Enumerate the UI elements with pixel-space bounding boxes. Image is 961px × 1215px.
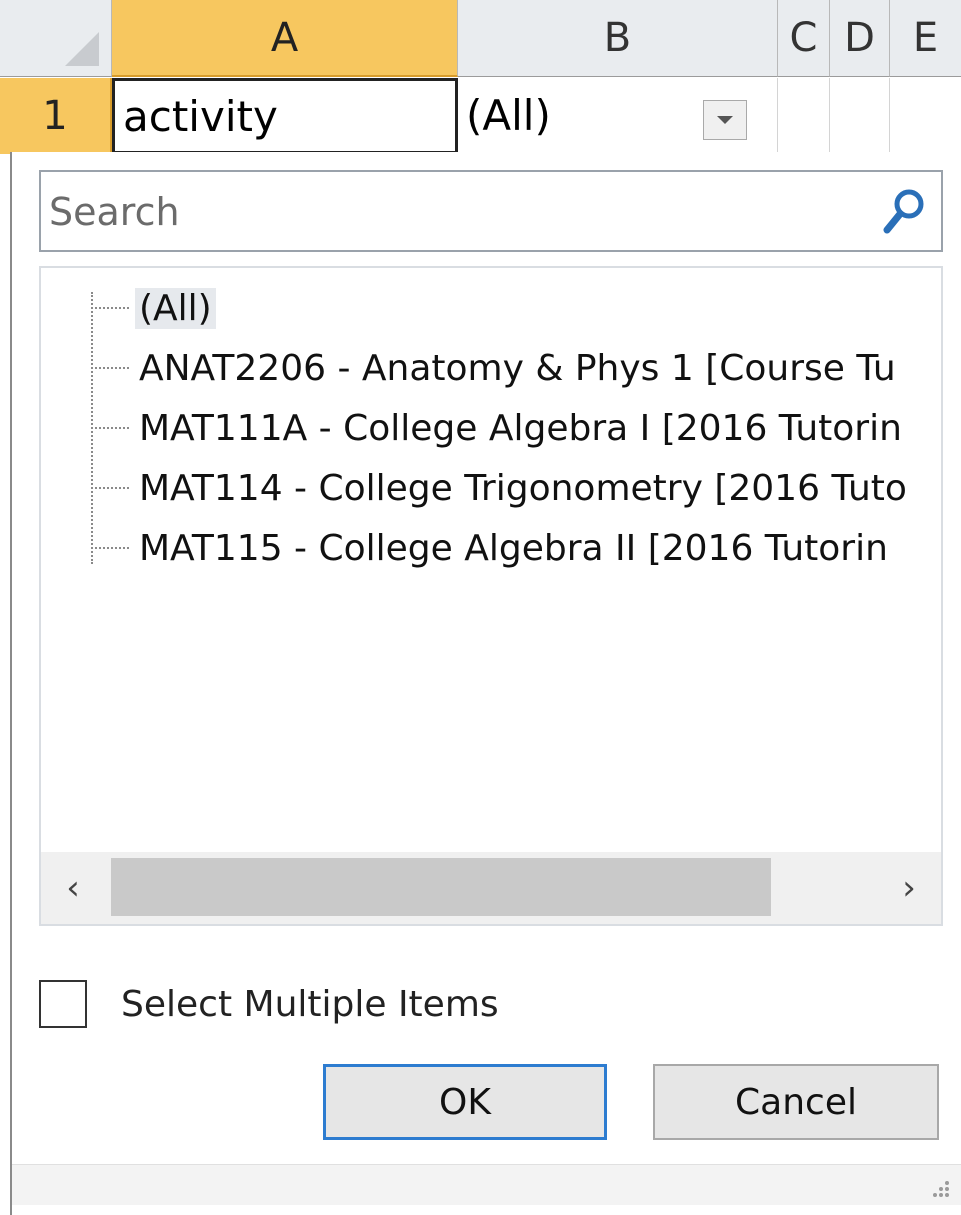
spreadsheet-grid: A B C D E 1 activity (All) xyxy=(0,0,961,155)
filter-item-label: ANAT2206 - Anatomy & Phys 1 [Course Tu xyxy=(139,347,896,389)
scrollbar-thumb[interactable] xyxy=(111,858,771,916)
column-header-row: A B C D E xyxy=(0,0,961,78)
resize-grip-icon[interactable] xyxy=(929,1177,951,1199)
column-header-b[interactable]: B xyxy=(458,0,778,77)
filter-item[interactable]: MAT111A - College Algebra I [2016 Tutori… xyxy=(91,398,906,458)
chevron-down-icon xyxy=(717,116,733,124)
cell-c1[interactable] xyxy=(778,78,830,154)
filter-dropdown-button[interactable] xyxy=(703,100,747,140)
filter-item-list: (All) ANAT2206 - Anatomy & Phys 1 [Cours… xyxy=(39,266,943,926)
cell-b1-value: (All) xyxy=(466,91,551,140)
search-box[interactable] xyxy=(39,170,943,252)
column-header-e[interactable]: E xyxy=(890,0,961,77)
cell-e1[interactable] xyxy=(890,78,961,154)
filter-item-all[interactable]: (All) xyxy=(91,278,216,338)
filter-item-label: MAT111A - College Algebra I [2016 Tutori… xyxy=(139,407,902,449)
filter-item-label: MAT114 - College Trigonometry [2016 Tuto xyxy=(139,467,907,509)
column-header-a[interactable]: A xyxy=(112,0,458,77)
column-header-d[interactable]: D xyxy=(830,0,890,77)
filter-item[interactable]: ANAT2206 - Anatomy & Phys 1 [Course Tu xyxy=(91,338,900,398)
cell-b1[interactable]: (All) xyxy=(458,78,778,154)
row-header-1[interactable]: 1 xyxy=(0,78,112,154)
ok-button[interactable]: OK xyxy=(323,1064,607,1140)
select-multiple-checkbox[interactable] xyxy=(39,980,87,1028)
popup-resize-bar xyxy=(12,1164,961,1205)
magnifier-icon[interactable] xyxy=(881,186,929,238)
filter-item[interactable]: MAT115 - College Algebra II [2016 Tutori… xyxy=(91,518,892,578)
cell-a1[interactable]: activity xyxy=(112,78,458,154)
filter-popup: (All) ANAT2206 - Anatomy & Phys 1 [Cours… xyxy=(10,152,961,1215)
select-multiple-row[interactable]: Select Multiple Items xyxy=(39,974,499,1034)
filter-item[interactable]: MAT114 - College Trigonometry [2016 Tuto xyxy=(91,458,911,518)
cell-d1[interactable] xyxy=(830,78,890,154)
column-header-c[interactable]: C xyxy=(778,0,830,77)
cancel-button[interactable]: Cancel xyxy=(653,1064,939,1140)
filter-item-label: MAT115 - College Algebra II [2016 Tutori… xyxy=(139,527,888,569)
select-all-corner[interactable] xyxy=(0,0,112,77)
filter-item-label: (All) xyxy=(135,287,216,329)
select-multiple-label: Select Multiple Items xyxy=(121,983,499,1025)
row-1: 1 activity (All) xyxy=(0,78,961,154)
chevron-left-icon[interactable]: ‹ xyxy=(51,866,95,910)
search-input[interactable] xyxy=(47,178,871,246)
chevron-right-icon[interactable]: › xyxy=(887,866,931,910)
horizontal-scrollbar[interactable]: ‹ › xyxy=(41,852,941,924)
